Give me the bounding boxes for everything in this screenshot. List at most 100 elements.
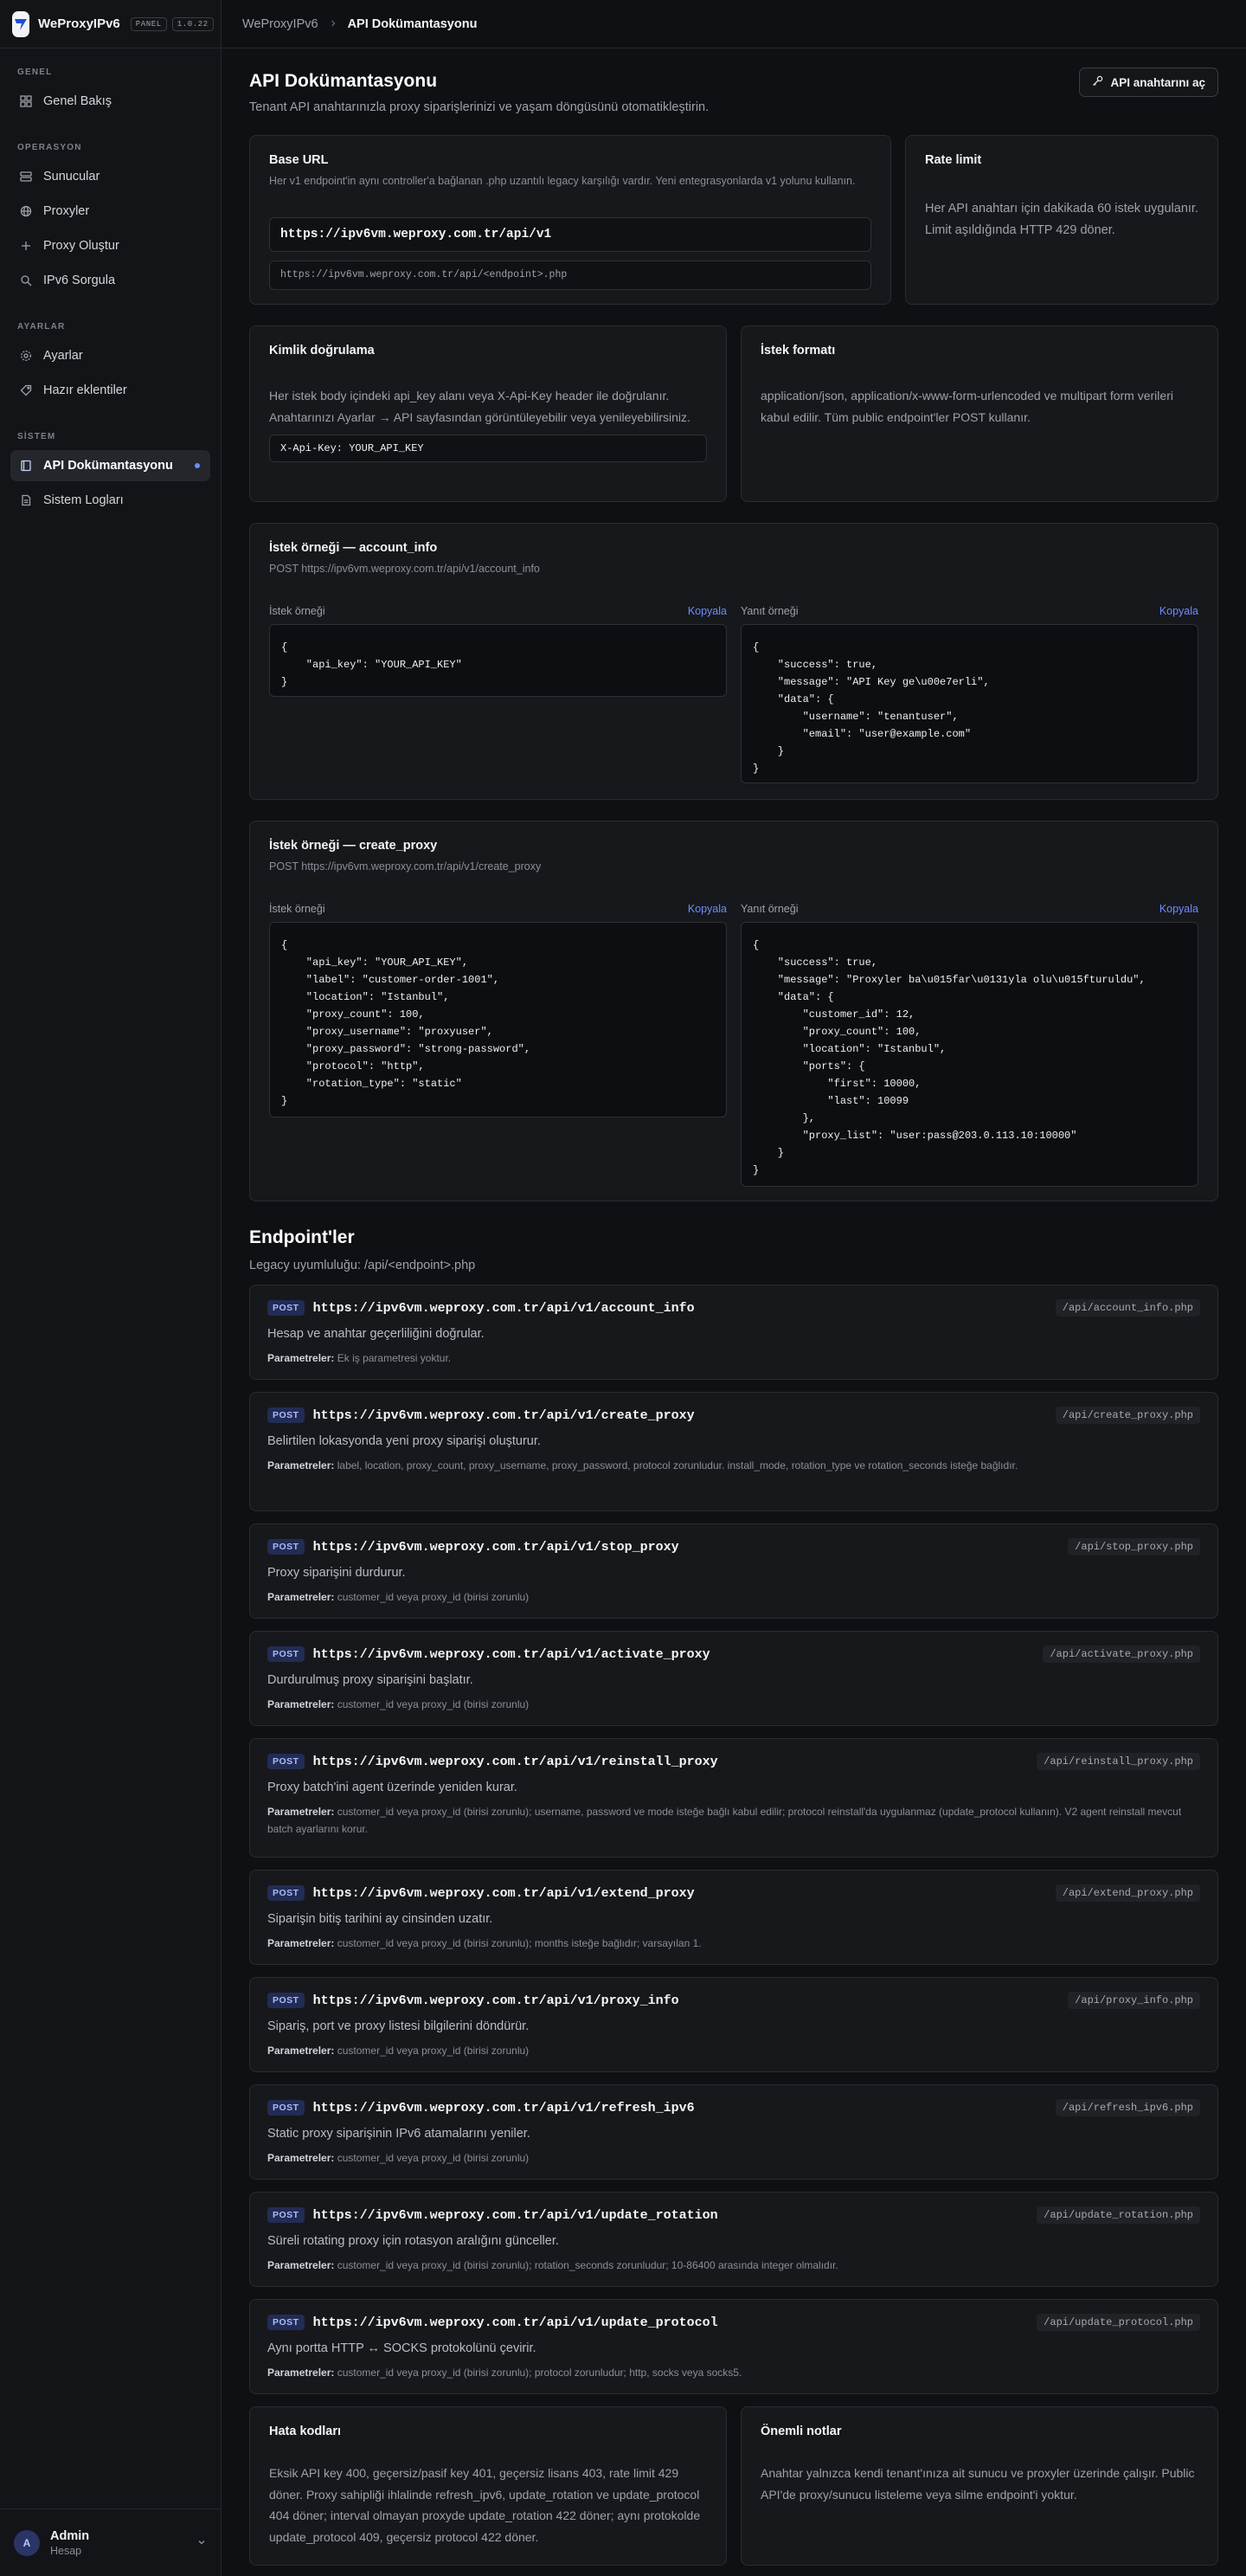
response-code: { "success": true, "message": "Proxyler … [741,921,1198,1187]
params-text: Ek iş parametresi yoktur. [337,1352,452,1364]
sidebar-item-label: Genel Bakış [43,94,112,108]
sidebar-item-label: Sistem Logları [43,493,124,507]
endpoint-legacy-path: /api/update_rotation.php [1037,2206,1200,2224]
params-label: Parametreler: [267,2259,335,2271]
method-badge: POST [267,1407,305,1423]
file-icon [19,493,33,507]
params-text: customer_id veya proxy_id (birisi zorunl… [337,2259,838,2271]
endpoint-url[interactable]: https://ipv6vm.weproxy.com.tr/api/v1/sto… [313,1540,679,1555]
avatar: A [14,2529,40,2556]
base-url-legacy[interactable]: https://ipv6vm.weproxy.com.tr/api/<endpo… [269,260,871,290]
auth-text: Her istek body içindeki api_key alanı ve… [269,389,690,424]
request-format-title: İstek formatı [761,344,836,357]
sidebar-item-addons[interactable]: Hazır eklentiler [10,375,210,406]
endpoint-card: POST https://ipv6vm.weproxy.com.tr/api/v1… [249,1392,1218,1511]
error-codes-card: Hata kodları Eksik API key 400, geçersiz… [249,2406,727,2566]
params-label: Parametreler: [267,2045,335,2057]
base-url-title: Base URL [269,153,329,167]
sidebar-item-ipv6-lookup[interactable]: IPv6 Sorgula [10,265,210,296]
auth-title: Kimlik doğrulama [269,344,375,357]
auth-header-example[interactable]: X-Api-Key: YOUR_API_KEY [269,435,707,462]
endpoint-url[interactable]: https://ipv6vm.weproxy.com.tr/api/v1/acc… [313,1301,695,1316]
endpoint-url[interactable]: https://ipv6vm.weproxy.com.tr/api/v1/act… [313,1647,710,1662]
endpoint-card: POST https://ipv6vm.weproxy.com.tr/api/v1… [249,1631,1218,1726]
sidebar-item-servers[interactable]: Sunucular [10,161,210,192]
params-label: Parametreler: [267,2152,335,2164]
tag-icon [19,383,33,397]
app-name: WeProxyIPv6 [38,16,120,31]
page-title: API Dokümantasyonu [249,71,438,91]
sidebar-item-create-proxy[interactable]: Proxy Oluştur [10,230,210,261]
params-text: customer_id veya proxy_id (birisi zorunl… [337,2367,742,2379]
method-badge: POST [267,2100,305,2116]
sidebar-item-proxies[interactable]: Proxyler [10,196,210,227]
user-role: Hesap [50,2544,82,2557]
params-label: Parametreler: [267,1352,335,1364]
example-account-info-card: İstek örneği — account_info POST https:/… [249,523,1218,800]
endpoint-params: Parametreler: customer_id veya proxy_id … [267,2257,1200,2274]
params-text: customer_id veya proxy_id (birisi zorunl… [337,1937,702,1949]
endpoint-description: Hesap ve anahtar geçerliliğini doğrular. [267,1327,485,1341]
breadcrumb-current: API Dokümantasyonu [347,16,478,31]
params-label: Parametreler: [267,1698,335,1710]
endpoint-card: POST https://ipv6vm.weproxy.com.tr/api/v1… [249,1738,1218,1858]
brand[interactable]: WeProxyIPv6 PANEL 1.0.22 [0,0,221,48]
user-name: Admin [50,2528,90,2543]
endpoint-url[interactable]: https://ipv6vm.weproxy.com.tr/api/v1/cre… [313,1408,695,1423]
endpoint-card: POST https://ipv6vm.weproxy.com.tr/api/v1… [249,1870,1218,1965]
endpoint-params: Parametreler: customer_id veya proxy_id … [267,2364,1200,2381]
example-endpoint: POST https://ipv6vm.weproxy.com.tr/api/v… [269,860,542,873]
copy-response-button[interactable]: Kopyala [1159,605,1198,617]
user-menu[interactable]: A Admin Hesap [0,2508,221,2576]
endpoint-params: Parametreler: customer_id veya proxy_id … [267,1588,1200,1606]
chevron-right-icon [329,17,337,31]
rate-limit-card: Rate limit Her API anahtarı için dakikad… [905,135,1218,305]
nav-section-title: SİSTEM [17,432,56,441]
request-code: { "api_key": "YOUR_API_KEY", "label": "c… [269,921,727,1117]
endpoint-legacy-path: /api/account_info.php [1055,1299,1200,1317]
params-text: customer_id veya proxy_id (birisi zorunl… [337,2152,530,2164]
endpoint-url[interactable]: https://ipv6vm.weproxy.com.tr/api/v1/ext… [313,1886,695,1901]
sidebar-item-system-logs[interactable]: Sistem Logları [10,485,210,516]
error-codes-title: Hata kodları [269,2425,341,2438]
endpoint-description: Siparişin bitiş tarihini ay cinsinden uz… [267,1912,493,1926]
endpoint-legacy-path: /api/stop_proxy.php [1068,1538,1200,1555]
endpoint-description: Durdurulmuş proxy siparişini başlatır. [267,1673,473,1687]
sidebar-item-label: Proxy Oluştur [43,239,119,253]
breadcrumb-parent[interactable]: WeProxyIPv6 [242,17,318,31]
example-title: İstek örneği — create_proxy [269,839,438,853]
endpoint-url[interactable]: https://ipv6vm.weproxy.com.tr/api/v1/rei… [313,1755,718,1769]
method-badge: POST [267,2315,305,2330]
open-api-key-button[interactable]: API anahtarını aç [1079,68,1218,97]
endpoint-legacy-path: /api/proxy_info.php [1068,1992,1200,2009]
endpoint-url[interactable]: https://ipv6vm.weproxy.com.tr/api/v1/ref… [313,2101,695,2116]
important-notes-title: Önemli notlar [761,2425,842,2438]
params-label: Parametreler: [267,1591,335,1603]
endpoint-description: Aynı portta HTTP ↔ SOCKS protokolünü çev… [267,2341,536,2355]
grid-icon [19,94,33,108]
nav-section-title: OPERASYON [17,143,82,152]
base-url-primary[interactable]: https://ipv6vm.weproxy.com.tr/api/v1 [269,216,871,252]
open-api-key-label: API anahtarını aç [1110,75,1205,89]
sidebar-item-label: Ayarlar [43,349,83,363]
example-title: İstek örneği — account_info [269,541,438,555]
logo-icon [12,10,29,37]
endpoint-url[interactable]: https://ipv6vm.weproxy.com.tr/api/v1/upd… [313,2208,718,2223]
endpoint-legacy-path: /api/extend_proxy.php [1055,1884,1200,1902]
page-subtitle: Tenant API anahtarınızla proxy siparişle… [249,100,710,114]
sidebar-item-settings[interactable]: Ayarlar [10,340,210,371]
endpoint-card: POST https://ipv6vm.weproxy.com.tr/api/v1… [249,1523,1218,1619]
gear-icon [19,349,33,363]
endpoint-params: Parametreler: customer_id veya proxy_id … [267,2042,1200,2059]
method-badge: POST [267,2207,305,2223]
endpoint-url[interactable]: https://ipv6vm.weproxy.com.tr/api/v1/pro… [313,1993,679,2008]
endpoint-url[interactable]: https://ipv6vm.weproxy.com.tr/api/v1/upd… [313,2315,718,2330]
copy-response-button[interactable]: Kopyala [1159,903,1198,915]
nav-section-title: GENEL [17,68,53,77]
copy-request-button[interactable]: Kopyala [688,605,727,617]
endpoint-params: Parametreler: Ek iş parametresi yoktur. [267,1349,1200,1367]
copy-request-button[interactable]: Kopyala [688,903,727,915]
params-label: Parametreler: [267,1459,335,1472]
sidebar-item-overview[interactable]: Genel Bakış [10,86,210,117]
sidebar-item-api-docs[interactable]: API Dokümantasyonu [10,450,210,481]
